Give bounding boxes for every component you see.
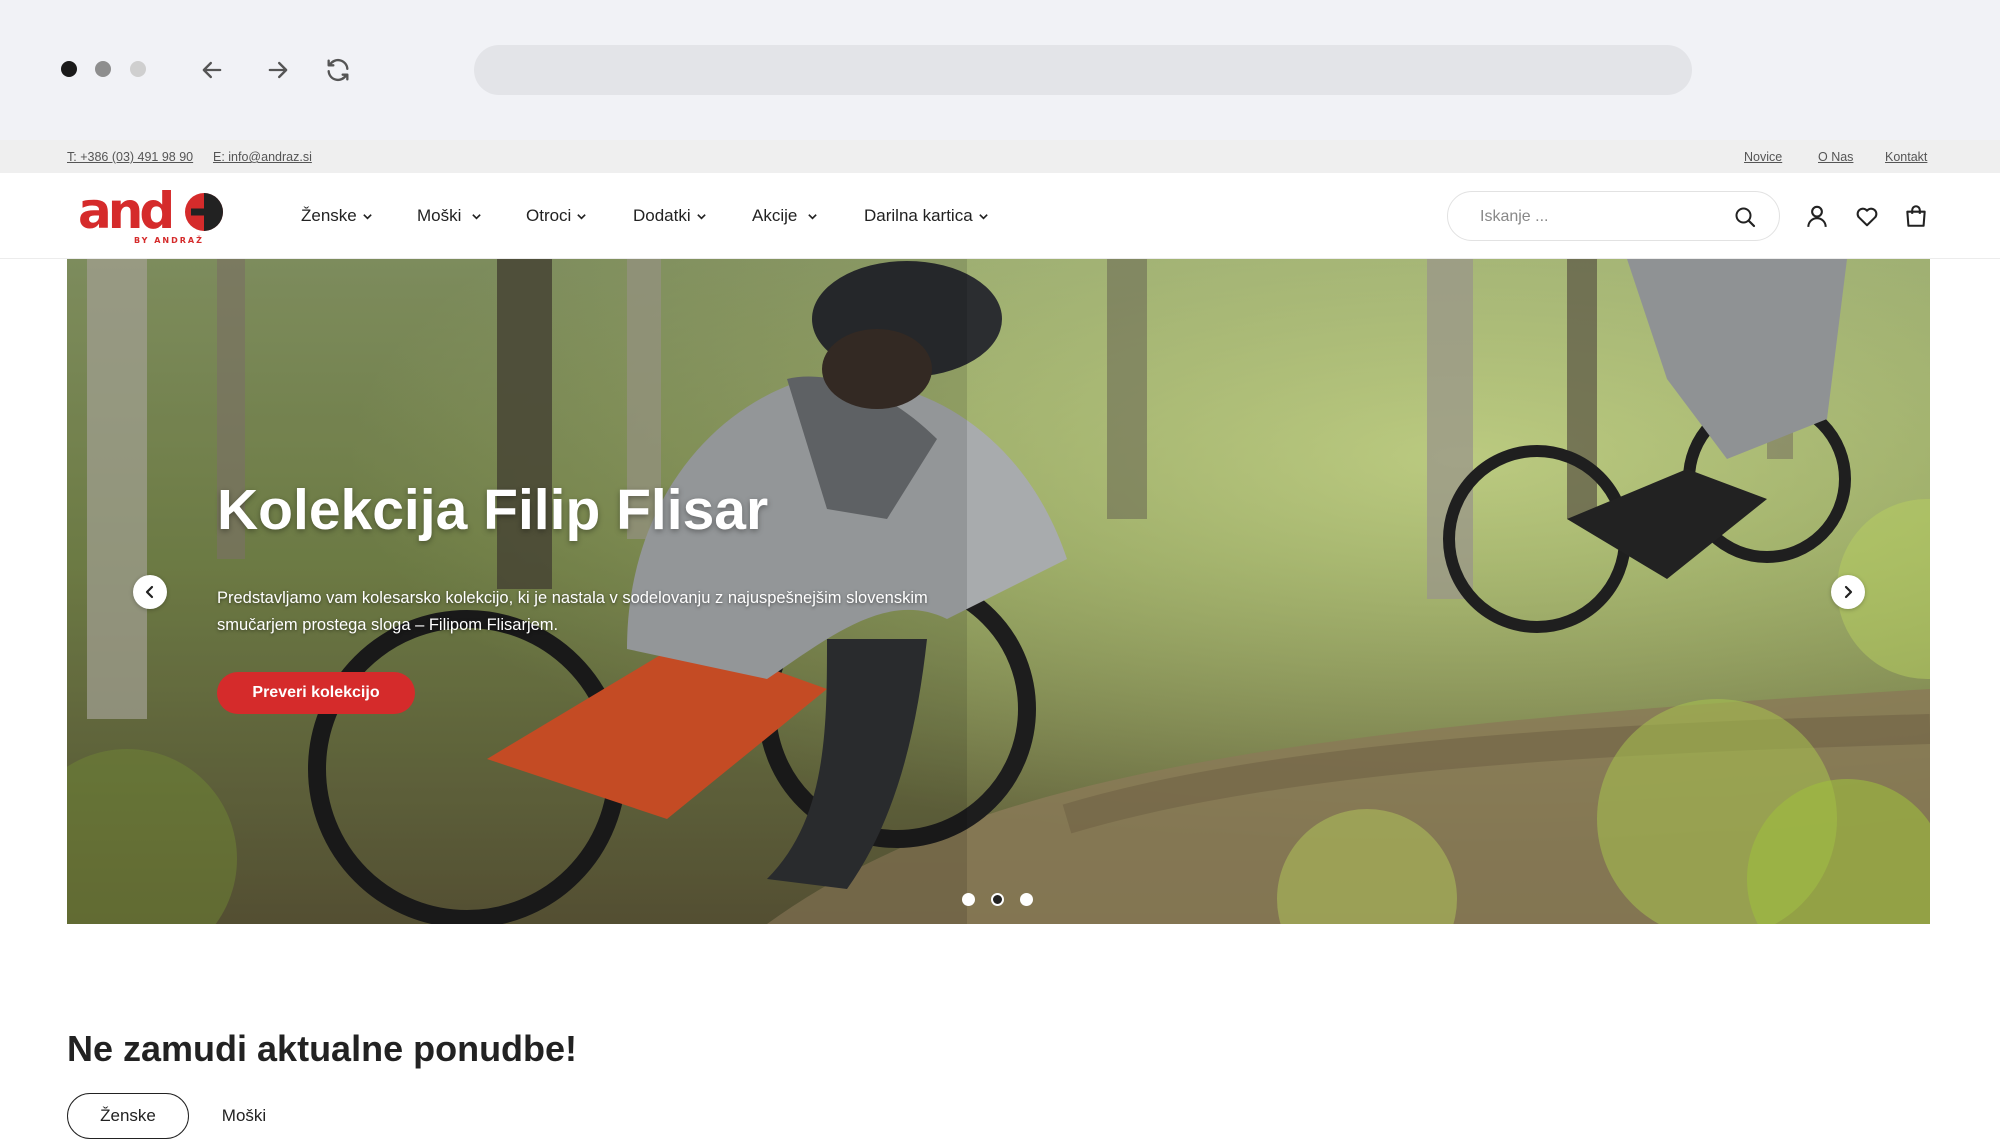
chevron-down-icon — [577, 213, 587, 220]
menu-item-label: Moški — [417, 206, 462, 225]
menu-item-akcije[interactable]: Akcije — [752, 206, 818, 226]
carousel-dot[interactable] — [1020, 893, 1033, 906]
address-bar[interactable] — [474, 45, 1692, 95]
site-header: and BY ANDRAŽ Ženske Moški Otroci Dodatk… — [0, 173, 2000, 259]
chevron-down-icon — [808, 213, 818, 220]
chevron-left-icon — [145, 585, 154, 599]
forward-arrow-icon[interactable] — [258, 50, 298, 90]
carousel-dot-active[interactable] — [991, 893, 1004, 906]
novice-link[interactable]: Novice — [1744, 150, 1782, 164]
brand-logo[interactable]: and BY ANDRAŽ — [78, 188, 230, 246]
carousel-pagination — [962, 893, 1049, 906]
menu-item-label: Darilna kartica — [864, 206, 973, 225]
search-box — [1447, 191, 1780, 241]
chevron-down-icon — [472, 213, 482, 220]
carousel-dot[interactable] — [962, 893, 975, 906]
chevron-down-icon — [978, 213, 988, 220]
window-minimize-dot[interactable] — [95, 61, 111, 77]
hero-title: Kolekcija Filip Flisar — [217, 478, 769, 542]
tab-zenske[interactable]: Ženske — [67, 1093, 189, 1139]
shopping-bag-icon[interactable] — [1903, 203, 1929, 229]
reload-icon[interactable] — [318, 50, 358, 90]
top-info-bar: T: +386 (03) 491 98 90 E: info@andraz.si… — [0, 140, 2000, 173]
kontakt-link[interactable]: Kontakt — [1885, 150, 1927, 164]
hero-carousel: Kolekcija Filip Flisar Predstavljamo vam… — [67, 259, 1930, 924]
window-maximize-dot[interactable] — [130, 61, 146, 77]
o-nas-link[interactable]: O Nas — [1818, 150, 1853, 164]
heart-icon[interactable] — [1854, 203, 1880, 229]
browser-chrome — [0, 0, 2000, 140]
tab-moski[interactable]: Moški — [204, 1093, 284, 1139]
phone-link[interactable]: T: +386 (03) 491 98 90 — [67, 150, 193, 164]
preveri-kolekcijo-button[interactable]: Preveri kolekcijo — [217, 672, 415, 714]
email-link[interactable]: E: info@andraz.si — [213, 150, 312, 164]
svg-text:and: and — [78, 188, 171, 240]
carousel-prev-button[interactable] — [133, 575, 167, 609]
menu-item-zenske[interactable]: Ženske — [301, 206, 373, 226]
menu-item-otroci[interactable]: Otroci — [526, 206, 587, 226]
chevron-down-icon — [362, 213, 372, 220]
menu-item-dodatki[interactable]: Dodatki — [633, 206, 707, 226]
section-title: Ne zamudi aktualne ponudbe! — [67, 1028, 578, 1069]
menu-item-label: Akcije — [752, 206, 798, 225]
menu-item-label: Ženske — [301, 206, 357, 225]
hero-description: Predstavljamo vam kolesarsko kolekcijo, … — [217, 589, 928, 634]
carousel-next-button[interactable] — [1831, 575, 1865, 609]
svg-text:BY ANDRAŽ: BY ANDRAŽ — [134, 234, 204, 245]
user-icon[interactable] — [1804, 203, 1830, 229]
search-icon[interactable] — [1733, 205, 1757, 229]
window-close-dot[interactable] — [61, 61, 77, 77]
menu-item-label: Otroci — [526, 206, 572, 225]
search-input[interactable] — [1480, 205, 1710, 229]
menu-item-moski[interactable]: Moški — [417, 206, 482, 226]
menu-item-darilna-kartica[interactable]: Darilna kartica — [864, 206, 989, 226]
chevron-right-icon — [1844, 585, 1853, 599]
chevron-down-icon — [696, 213, 706, 220]
menu-item-label: Dodatki — [633, 206, 691, 225]
back-arrow-icon[interactable] — [192, 50, 232, 90]
